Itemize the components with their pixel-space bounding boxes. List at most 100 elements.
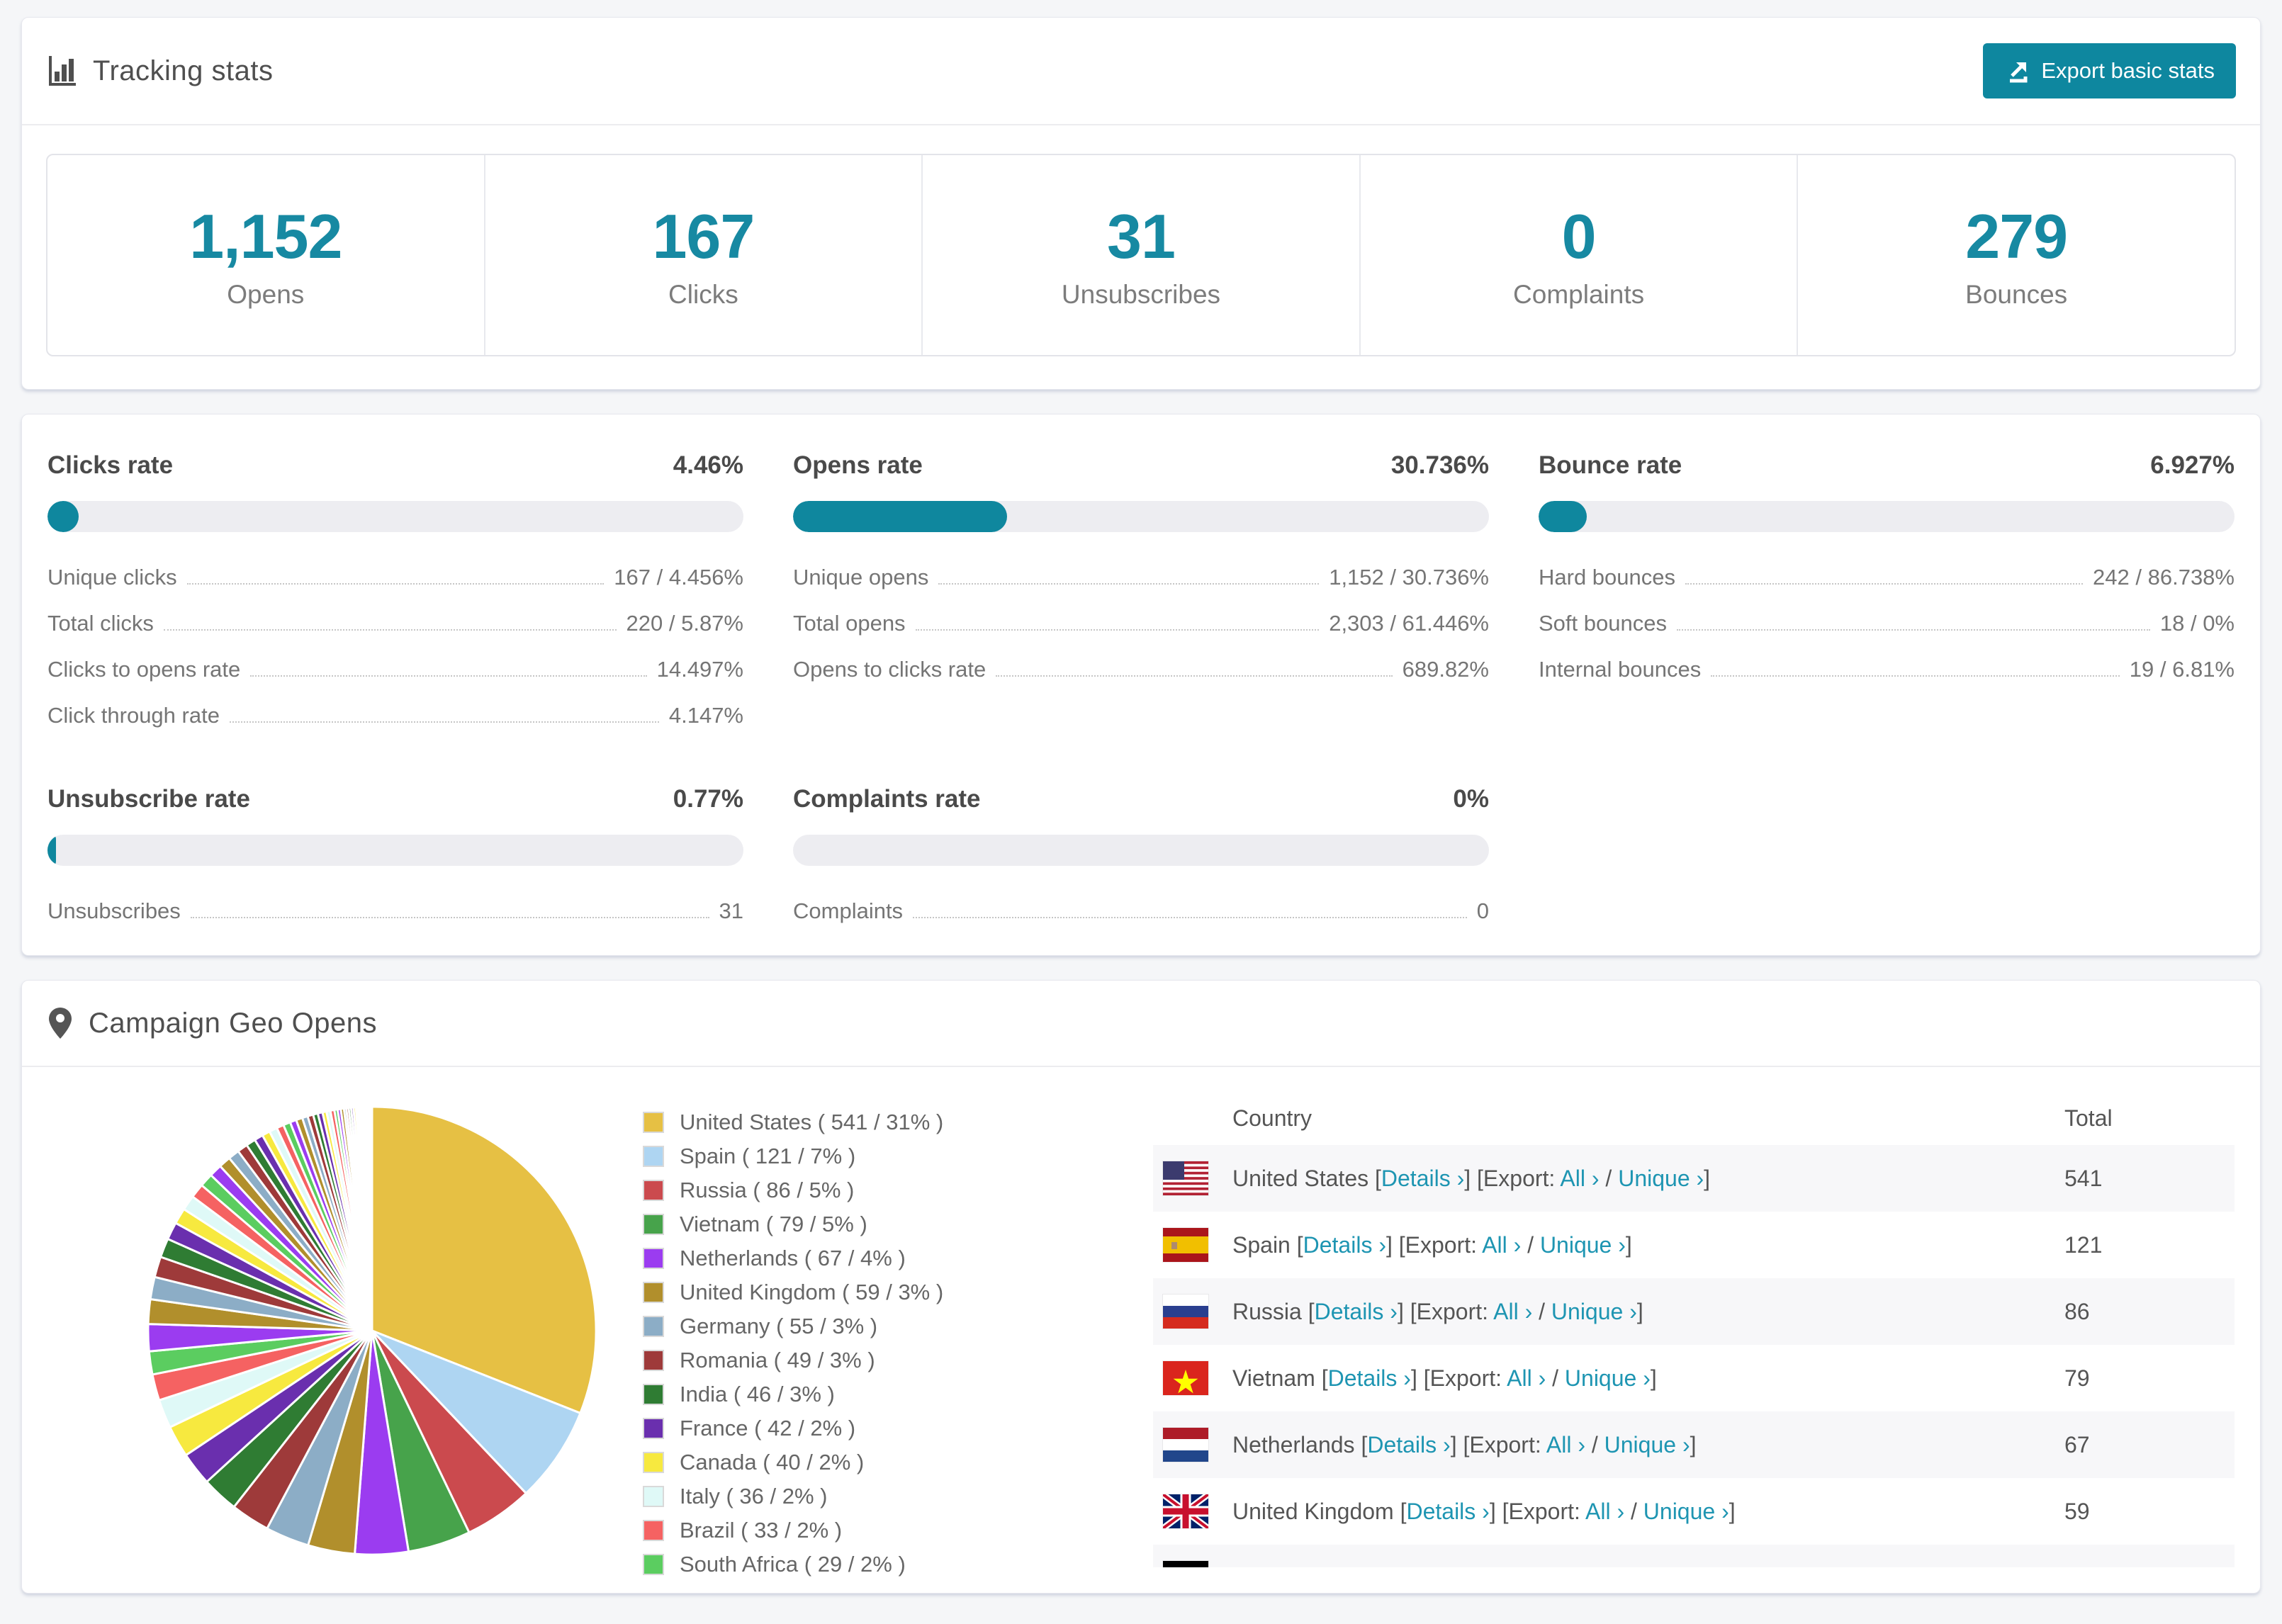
detail-value: 220 / 5.87% <box>626 611 743 636</box>
export-unique-link[interactable]: Unique › <box>1643 1499 1729 1524</box>
export-unique-link[interactable]: Unique › <box>1604 1432 1690 1457</box>
country-name: United Kingdom [ <box>1232 1498 1407 1524</box>
detail-value: 19 / 6.81% <box>2129 657 2235 682</box>
bar-chart-icon <box>46 55 79 87</box>
details-link[interactable]: Details › <box>1367 1432 1450 1457</box>
geo-table-row: Germany [Details ›] [Export: All › / Uni… <box>1153 1545 2235 1567</box>
legend-swatch <box>643 1350 664 1371</box>
export-unique-link[interactable]: Unique › <box>1565 1365 1651 1391</box>
dotted-leader <box>250 675 647 677</box>
export-unique-link[interactable]: Unique › <box>1551 1299 1637 1324</box>
detail-value: 4.147% <box>668 703 743 728</box>
legend-label: Italy ( 36 / 2% ) <box>680 1484 828 1509</box>
rate-detail-row: Hard bounces 242 / 86.738% <box>1539 565 2235 590</box>
export-all-link[interactable]: All › <box>1560 1166 1599 1191</box>
dotted-leader <box>190 917 709 918</box>
export-all-link[interactable]: All › <box>1585 1499 1624 1524</box>
rate-progress-fill <box>1539 501 1587 532</box>
legend-item: United Kingdom ( 59 / 3% ) <box>643 1280 1153 1305</box>
rate-detail-row: Soft bounces 18 / 0% <box>1539 611 2235 636</box>
detail-label: Click through rate <box>47 703 220 728</box>
export-label: ] [Export: <box>1422 1565 1517 1568</box>
country-name: Vietnam [ <box>1232 1365 1328 1391</box>
legend-label: Germany ( 55 / 3% ) <box>680 1314 878 1338</box>
pie-chart-svg <box>147 1105 597 1556</box>
rate-progress-bar <box>47 501 743 532</box>
export-unique-link[interactable]: Unique › <box>1540 1232 1626 1258</box>
dotted-leader <box>163 629 617 631</box>
stat-cell: 167 Clicks <box>485 155 923 355</box>
export-label: ] [Export: <box>1397 1298 1494 1324</box>
legend-item: Vietnam ( 79 / 5% ) <box>643 1212 1153 1237</box>
export-all-link[interactable]: All › <box>1482 1232 1521 1258</box>
legend-swatch <box>643 1282 664 1303</box>
export-all-link[interactable]: All › <box>1546 1432 1585 1457</box>
stat-label: Complaints <box>1513 280 1645 309</box>
rate-progress-fill <box>47 501 79 532</box>
export-unique-link[interactable]: Unique › <box>1575 1565 1661 1568</box>
tracking-stats-card: Tracking stats Export basic stats 1,152 … <box>21 17 2261 390</box>
flag-ru-icon <box>1163 1295 1208 1329</box>
dotted-leader <box>1711 675 2120 677</box>
legend-swatch <box>643 1418 664 1439</box>
rate-detail-row: Total opens 2,303 / 61.446% <box>793 611 1489 636</box>
detail-value: 167 / 4.456% <box>614 565 743 590</box>
column-header-total: Total <box>2064 1105 2113 1131</box>
total-cell: 67 <box>2064 1431 2090 1457</box>
details-link[interactable]: Details › <box>1406 1499 1489 1524</box>
country-cell: Vietnam [Details ›] [Export: All › / Uni… <box>1232 1365 1657 1392</box>
export-basic-stats-button[interactable]: Export basic stats <box>1983 43 2236 98</box>
detail-label: Unique clicks <box>47 565 177 590</box>
details-link[interactable]: Details › <box>1381 1166 1464 1191</box>
export-all-link[interactable]: All › <box>1517 1565 1556 1568</box>
legend-item: France ( 42 / 2% ) <box>643 1416 1153 1441</box>
detail-label: Unique opens <box>793 565 929 590</box>
legend-item: Germany ( 55 / 3% ) <box>643 1314 1153 1339</box>
column-header-country: Country <box>1232 1105 1313 1131</box>
stat-label: Clicks <box>668 280 738 309</box>
dotted-leader <box>186 583 605 585</box>
legend-swatch <box>643 1554 664 1575</box>
total-cell: 541 <box>2064 1165 2103 1191</box>
bracket-close: ] <box>1625 1231 1632 1258</box>
legend-item: Italy ( 36 / 2% ) <box>643 1484 1153 1509</box>
legend-label: Spain ( 121 / 7% ) <box>680 1144 856 1168</box>
legend-item: South Africa ( 29 / 2% ) <box>643 1552 1153 1577</box>
geo-table-row: United States [Details ›] [Export: All ›… <box>1153 1145 2235 1212</box>
country-cell: United States [Details ›] [Export: All ›… <box>1232 1166 1710 1192</box>
stat-label: Opens <box>227 280 305 309</box>
details-link[interactable]: Details › <box>1315 1299 1398 1324</box>
details-link[interactable]: Details › <box>1328 1365 1411 1391</box>
rate-detail-row: Clicks to opens rate 14.497% <box>47 657 743 682</box>
pie-legend: United States ( 541 / 31% ) Spain ( 121 … <box>643 1084 1153 1593</box>
legend-label: United Kingdom ( 59 / 3% ) <box>680 1280 944 1304</box>
details-link[interactable]: Details › <box>1303 1232 1386 1258</box>
flag-nl-icon <box>1163 1428 1208 1462</box>
export-all-link[interactable]: All › <box>1493 1299 1532 1324</box>
rate-detail-row: Unique opens 1,152 / 30.736% <box>793 565 1489 590</box>
rate-progress-fill <box>47 835 56 866</box>
dotted-leader <box>1676 629 2150 631</box>
dotted-leader <box>229 721 659 723</box>
country-cell: United Kingdom [Details ›] [Export: All … <box>1232 1499 1736 1525</box>
detail-value: 18 / 0% <box>2159 611 2235 636</box>
legend-item: Netherlands ( 67 / 4% ) <box>643 1246 1153 1271</box>
legend-swatch <box>643 1214 664 1235</box>
dotted-leader <box>938 583 1320 585</box>
rate-title: Complaints rate <box>793 785 981 813</box>
details-link[interactable]: Details › <box>1338 1565 1421 1568</box>
detail-label: Internal bounces <box>1539 657 1702 682</box>
export-all-link[interactable]: All › <box>1507 1365 1546 1391</box>
slash-separator: / <box>1556 1565 1575 1568</box>
export-unique-link[interactable]: Unique › <box>1618 1166 1704 1191</box>
legend-label: Netherlands ( 67 / 4% ) <box>680 1246 906 1270</box>
total-cell: 121 <box>2064 1231 2103 1258</box>
flag-us-icon <box>1163 1161 1208 1195</box>
rate-block: Unsubscribe rate 0.77% Unsubscribes 31 <box>47 785 743 924</box>
geo-section-title: Campaign Geo Opens <box>89 1007 378 1039</box>
total-cell: 79 <box>2064 1365 2090 1391</box>
legend-label: Romania ( 49 / 3% ) <box>680 1348 875 1372</box>
detail-label: Soft bounces <box>1539 611 1667 636</box>
country-name: United States [ <box>1232 1165 1381 1191</box>
map-pin-icon <box>46 1006 74 1040</box>
